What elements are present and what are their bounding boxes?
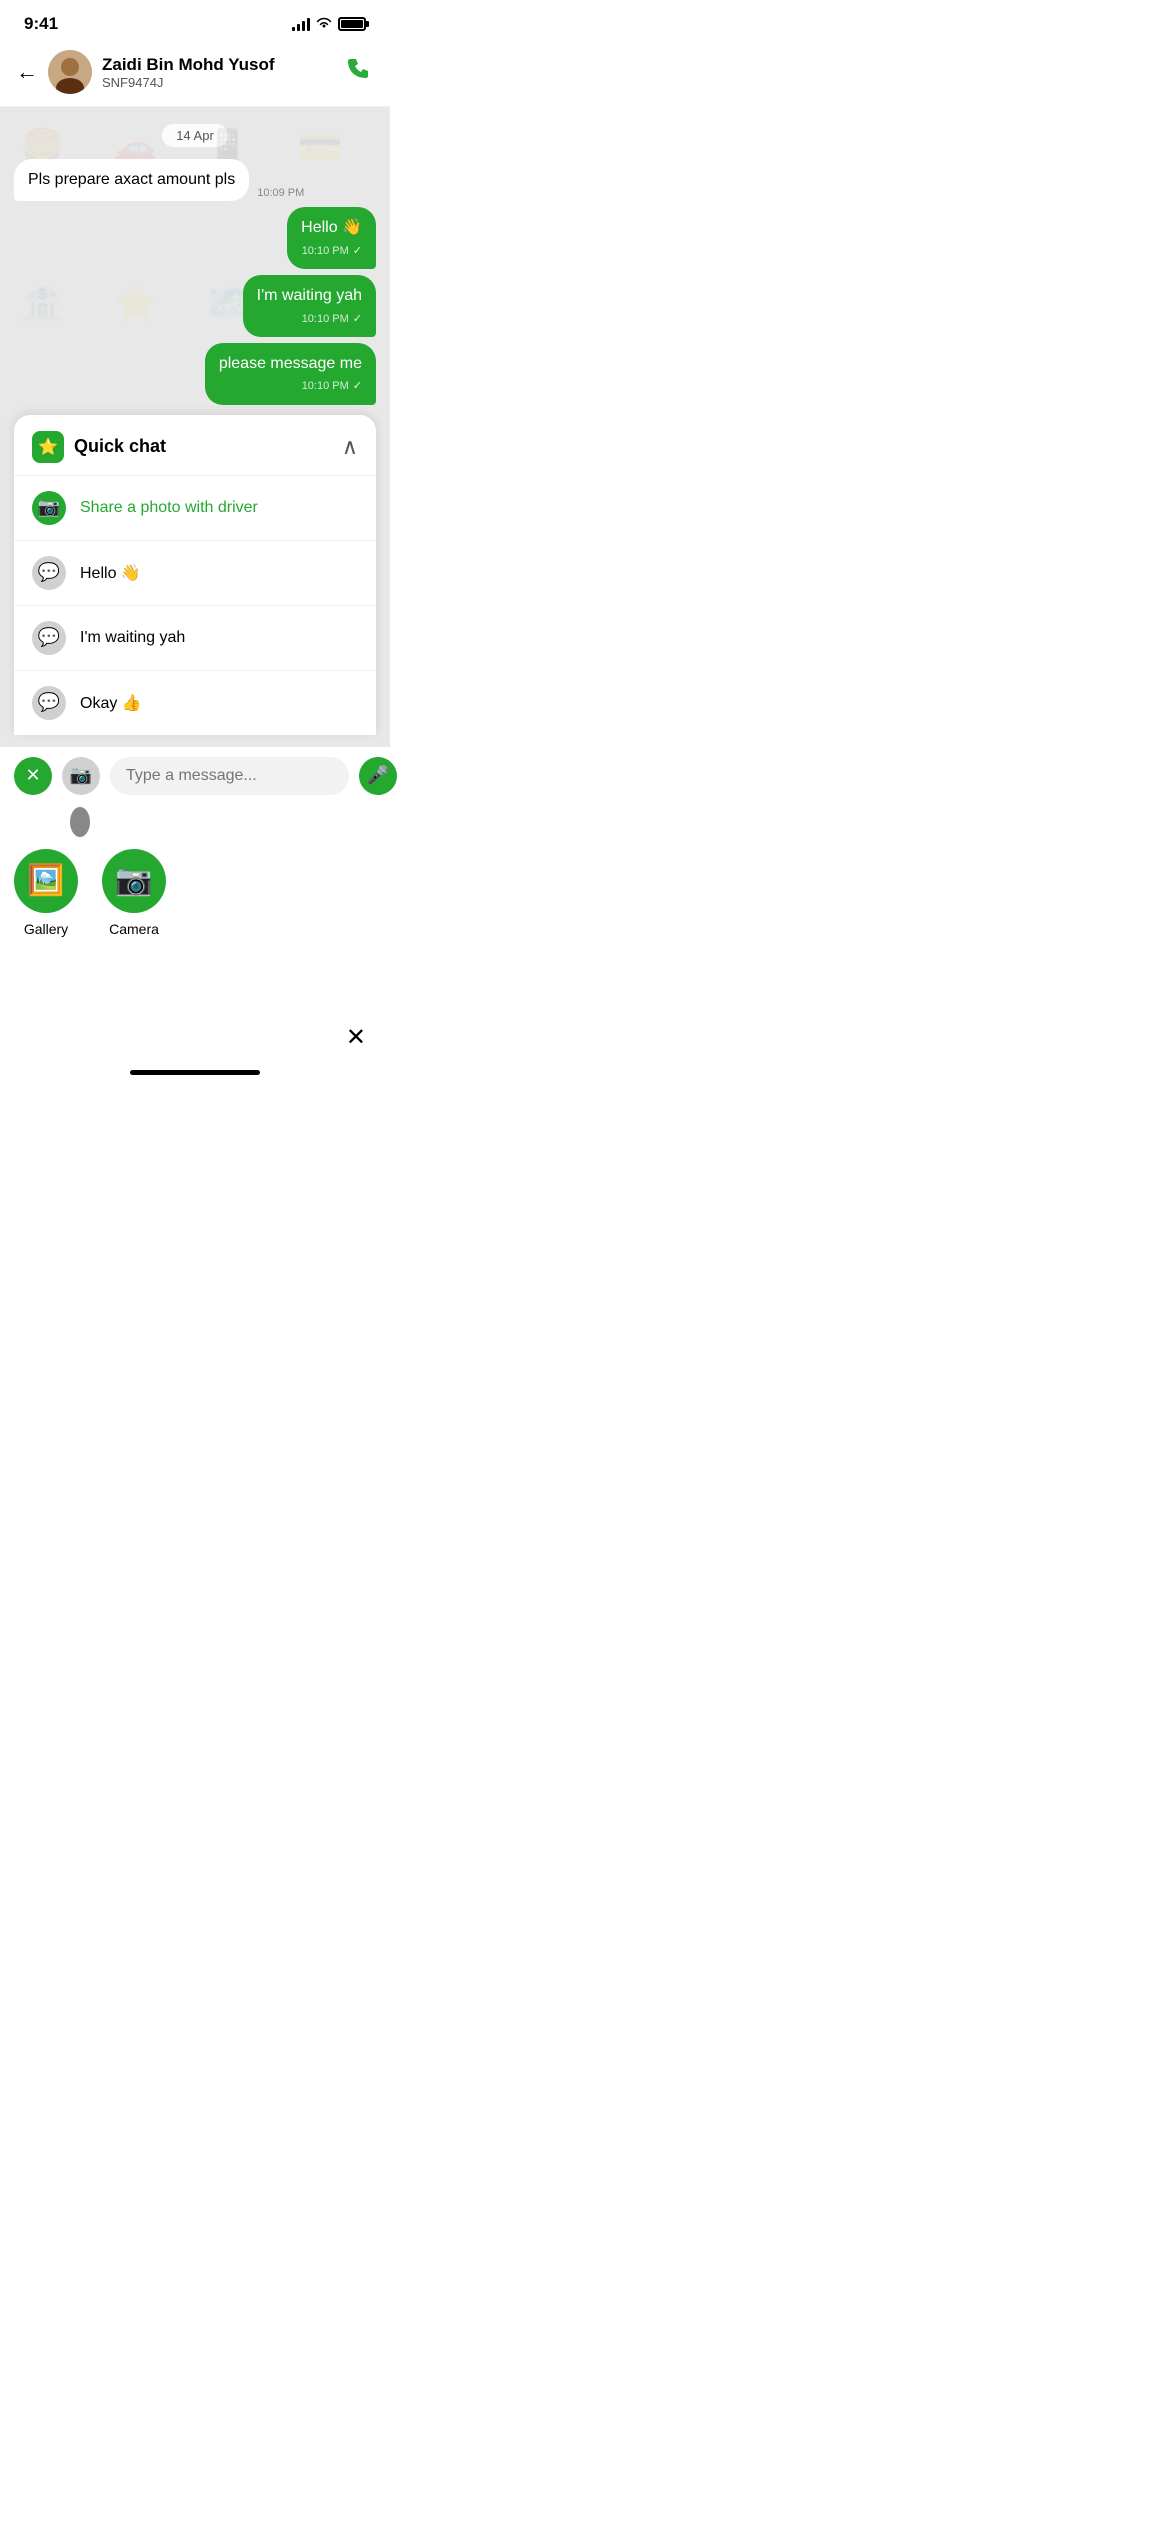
battery-icon bbox=[338, 17, 366, 31]
camera-option[interactable]: 📷 Camera bbox=[102, 849, 166, 937]
message-received: Pls prepare axact amount pls 10:09 PM bbox=[14, 159, 376, 201]
bubble-sent: I'm waiting yah 10:10 PM ✓ bbox=[243, 275, 376, 337]
mic-icon: 🎤 bbox=[367, 765, 389, 786]
status-bar: 9:41 bbox=[0, 0, 390, 42]
avatar bbox=[48, 50, 92, 94]
date-separator: 14 Apr bbox=[14, 127, 376, 145]
bottom-close-row: ✕ bbox=[0, 1013, 390, 1062]
msg-meta: 10:10 PM ✓ bbox=[301, 244, 362, 259]
msg-time: 10:10 PM bbox=[302, 244, 349, 259]
quick-chat-title: Quick chat bbox=[74, 436, 166, 457]
gray-dot bbox=[70, 807, 90, 837]
collapse-quick-chat-button[interactable]: ∧ bbox=[342, 434, 358, 460]
msg-time: 10:10 PM bbox=[302, 379, 349, 394]
quick-item-okay[interactable]: 💬 Okay 👍 bbox=[14, 671, 376, 735]
bubble-okay-icon: 💬 bbox=[32, 686, 66, 720]
msg-check: ✓ bbox=[353, 244, 362, 259]
bubble-waiting-icon: 💬 bbox=[32, 621, 66, 655]
message-sent-2: I'm waiting yah 10:10 PM ✓ bbox=[14, 275, 376, 337]
msg-meta: 10:10 PM ✓ bbox=[257, 312, 362, 327]
quick-item-text-photo: Share a photo with driver bbox=[80, 499, 258, 517]
home-bar bbox=[130, 1070, 260, 1075]
msg-text: Pls prepare axact amount pls bbox=[28, 171, 235, 188]
msg-check: ✓ bbox=[353, 379, 362, 394]
quick-item-waiting[interactable]: 💬 I'm waiting yah bbox=[14, 606, 376, 671]
back-button[interactable]: ← bbox=[16, 59, 38, 85]
contact-plate: SNF9474J bbox=[102, 75, 346, 90]
gallery-label: Gallery bbox=[24, 921, 68, 937]
close-quick-button[interactable]: ✕ bbox=[14, 757, 52, 795]
quick-item-hello[interactable]: 💬 Hello 👋 bbox=[14, 541, 376, 606]
msg-time: 10:10 PM bbox=[302, 312, 349, 327]
message-sent-1: Hello 👋 10:10 PM ✓ bbox=[14, 207, 376, 269]
quick-star-icon: ⭐ bbox=[32, 431, 64, 463]
gallery-option[interactable]: 🖼️ Gallery bbox=[14, 849, 78, 937]
camera-label: Camera bbox=[109, 921, 159, 937]
msg-time-received: 10:09 PM bbox=[257, 187, 304, 199]
quick-chat-header: ⭐ Quick chat ∧ bbox=[14, 415, 376, 476]
quick-chat-panel: ⭐ Quick chat ∧ 📷 Share a photo with driv… bbox=[14, 415, 376, 735]
home-indicator bbox=[0, 1062, 390, 1079]
bubble-sent: Hello 👋 10:10 PM ✓ bbox=[287, 207, 376, 269]
quick-chat-title-row: ⭐ Quick chat bbox=[32, 431, 166, 463]
input-area: ✕ 📷 🎤 bbox=[0, 747, 390, 803]
gallery-icon: 🖼️ bbox=[14, 849, 78, 913]
contact-name: Zaidi Bin Mohd Yusof bbox=[102, 55, 346, 75]
quick-item-photo[interactable]: 📷 Share a photo with driver bbox=[14, 476, 376, 541]
call-button[interactable] bbox=[346, 55, 374, 90]
chat-area: 🍔🚗📱💳 🏦⭐🗺️🎵 🚗💊🍔🏠 📱⭐🗺️💳 14 Apr Pls prepare… bbox=[0, 107, 390, 747]
wifi-icon bbox=[316, 16, 332, 32]
bubble-sent: please message me 10:10 PM ✓ bbox=[205, 343, 376, 405]
quick-item-text-okay: Okay 👍 bbox=[80, 693, 142, 713]
chat-header: ← Zaidi Bin Mohd Yusof SNF9474J bbox=[0, 42, 390, 107]
media-options-row: 🖼️ Gallery 📷 Camera bbox=[0, 849, 390, 953]
quick-item-text-waiting: I'm waiting yah bbox=[80, 629, 185, 647]
quick-item-text-hello: Hello 👋 bbox=[80, 563, 141, 583]
status-icons bbox=[292, 16, 366, 32]
bottom-close-button[interactable]: ✕ bbox=[346, 1023, 366, 1052]
camera-input-button[interactable]: 📷 bbox=[62, 757, 100, 795]
msg-text: please message me bbox=[219, 355, 362, 372]
spacer bbox=[0, 953, 390, 1013]
signal-icon bbox=[292, 17, 310, 31]
close-icon: ✕ bbox=[25, 765, 40, 786]
camera-photo-icon: 📷 bbox=[32, 491, 66, 525]
msg-text: I'm waiting yah bbox=[257, 287, 362, 304]
bubble-received: Pls prepare axact amount pls bbox=[14, 159, 249, 201]
mic-button[interactable]: 🎤 bbox=[359, 757, 397, 795]
camera-icon: 📷 bbox=[70, 765, 92, 786]
msg-meta: 10:10 PM ✓ bbox=[219, 379, 362, 394]
camera-icon: 📷 bbox=[102, 849, 166, 913]
message-input[interactable] bbox=[110, 757, 349, 795]
msg-text: Hello 👋 bbox=[301, 219, 362, 236]
bubble-hello-icon: 💬 bbox=[32, 556, 66, 590]
message-sent-3: please message me 10:10 PM ✓ bbox=[14, 343, 376, 405]
status-time: 9:41 bbox=[24, 14, 58, 34]
contact-info: Zaidi Bin Mohd Yusof SNF9474J bbox=[102, 55, 346, 90]
msg-check: ✓ bbox=[353, 312, 362, 327]
